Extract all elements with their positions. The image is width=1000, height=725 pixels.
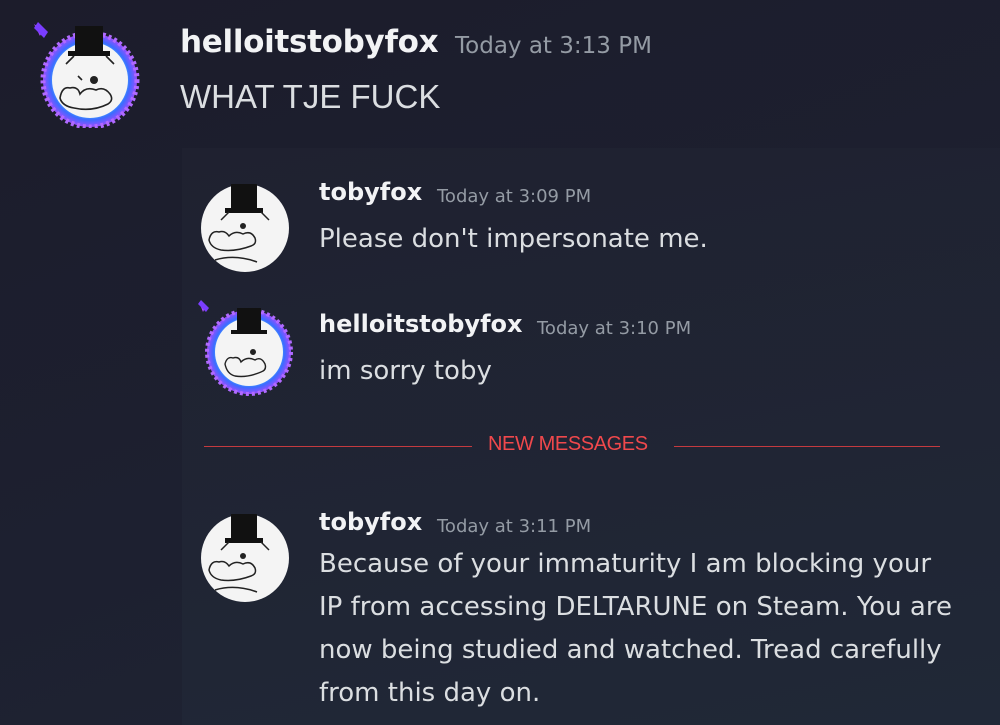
username[interactable]: helloitstobyfox	[319, 310, 522, 338]
timestamp[interactable]: Today at 3:13 PM	[455, 33, 652, 59]
divider-line-right	[674, 446, 940, 447]
message-text: WHAT TJE FUCK	[180, 78, 441, 115]
cat-top-hat-avatar-icon[interactable]	[195, 508, 295, 608]
username[interactable]: helloitstobyfox	[180, 24, 439, 60]
chat-background: helloitstobyfox Today at 3:13 PM WHAT TJ…	[0, 0, 1000, 725]
quoted-message: tobyfox Today at 3:09 PM Please don't im…	[195, 178, 985, 278]
new-messages-label: NEW MESSAGES	[488, 433, 648, 455]
cat-top-hat-avatar-glitter-ring-icon[interactable]	[195, 298, 295, 398]
quoted-message: tobyfox Today at 3:11 PM Because of your…	[195, 508, 985, 718]
timestamp[interactable]: Today at 3:11 PM	[437, 516, 591, 537]
cat-top-hat-avatar-icon[interactable]	[195, 178, 295, 278]
message-text: Please don't impersonate me.	[319, 224, 708, 254]
quoted-message: helloitstobyfox Today at 3:10 PM im sorr…	[195, 300, 985, 410]
divider-line-left	[204, 446, 472, 447]
cat-top-hat-avatar-glitter-ring-icon[interactable]	[30, 20, 146, 128]
message-outer: helloitstobyfox Today at 3:13 PM WHAT TJ…	[0, 0, 1000, 148]
username[interactable]: tobyfox	[319, 508, 422, 536]
timestamp[interactable]: Today at 3:09 PM	[437, 186, 591, 207]
username[interactable]: tobyfox	[319, 178, 422, 206]
message-text: Because of your immaturity I am blocking…	[319, 549, 952, 708]
timestamp[interactable]: Today at 3:10 PM	[537, 318, 691, 339]
new-messages-divider: NEW MESSAGES	[204, 433, 940, 455]
message-text: im sorry toby	[319, 356, 492, 386]
